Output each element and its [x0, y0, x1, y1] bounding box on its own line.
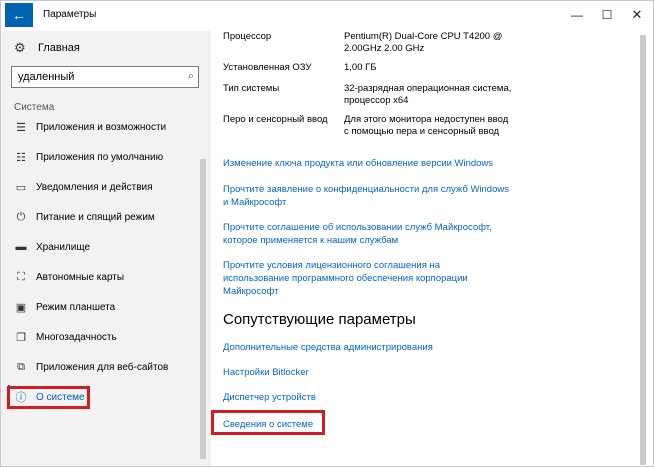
spec-key-processor: Процессор	[223, 31, 272, 42]
sidebar-item-label: Хранилище	[36, 241, 90, 253]
close-button[interactable]: ✕	[623, 7, 651, 23]
search-box: ⌕	[11, 66, 199, 88]
main-scrollbar-thumb[interactable]	[640, 35, 646, 465]
sidebar-item-label: Питание и спящий режим	[36, 211, 155, 223]
arrow-left-icon: ←	[12, 7, 26, 23]
title-bar: ← Параметры — ☐ ✕	[1, 1, 653, 31]
spec-key-system-type: Тип системы	[223, 83, 280, 94]
notifications-icon: ▭	[15, 181, 27, 194]
maximize-button[interactable]: ☐	[593, 7, 621, 23]
sidebar-item-label: Многозадачность	[36, 331, 117, 343]
multitask-icon: ❐	[16, 331, 26, 344]
link-privacy-statement[interactable]: Прочтите заявление о конфиденциальности …	[223, 183, 513, 209]
home-label: Главная	[38, 42, 80, 54]
sidebar-item-label: Уведомления и действия	[36, 181, 153, 193]
spec-key-ram: Установленная ОЗУ	[223, 62, 312, 73]
spec-key-pen-touch: Перо и сенсорный ввод	[223, 114, 328, 125]
default-apps-icon: ☷	[16, 151, 26, 164]
storage-icon: ▬	[15, 241, 27, 253]
highlight-box-about	[7, 386, 90, 409]
sidebar-item-label: Приложения для веб-сайтов	[36, 361, 169, 373]
sidebar-item-default-apps[interactable]: ☷ Приложения по умолчанию	[14, 148, 199, 166]
link-license-terms[interactable]: Прочтите условия лицензионного соглашени…	[223, 259, 493, 298]
apps-list-icon: ☰	[16, 121, 26, 134]
spec-value-system-type: 32-разрядная операционная система, проце…	[344, 83, 512, 106]
sidebar-item-tablet-mode[interactable]: ▣ Режим планшета	[14, 298, 199, 316]
home-nav-item[interactable]: ⚙ Главная	[14, 39, 80, 57]
sidebar-scrollbar[interactable]	[200, 159, 206, 459]
spec-value-ram: 1,00 ГБ	[344, 62, 377, 73]
link-device-manager[interactable]: Диспетчер устройств	[223, 391, 523, 404]
sidebar-item-storage[interactable]: ▬ Хранилище	[14, 238, 199, 256]
spec-value-processor: Pentium(R) Dual-Core CPU T4200 @ 2.00GHz…	[344, 31, 503, 54]
sidebar-item-notifications[interactable]: ▭ Уведомления и действия	[14, 178, 199, 196]
sidebar-item-offline-maps[interactable]: ⛶ Автономные карты	[14, 268, 199, 286]
settings-window: ← Параметры — ☐ ✕ ⚙ Главная ⌕ Система ☰ …	[0, 0, 654, 467]
spec-value-pen-touch: Для этого монитора недоступен ввод с пом…	[344, 114, 509, 137]
back-button[interactable]: ←	[5, 3, 33, 27]
minimize-button[interactable]: —	[563, 7, 591, 23]
sidebar-item-label: Приложения и возможности	[36, 121, 167, 133]
link-change-product-key[interactable]: Изменение ключа продукта или обновление …	[223, 157, 523, 170]
sidebar-item-label: Приложения по умолчанию	[36, 151, 164, 163]
main-content: Процессор Pentium(R) Dual-Core CPU T4200…	[211, 31, 653, 466]
gear-icon: ⚙	[14, 40, 26, 55]
sidebar: ⚙ Главная ⌕ Система ☰ Приложения и возмо…	[1, 31, 211, 466]
window-title: Параметры	[43, 9, 97, 20]
sidebar-item-web-apps[interactable]: ⧉ Приложения для веб-сайтов	[14, 358, 199, 376]
web-apps-icon: ⧉	[17, 360, 25, 373]
sidebar-item-label: Режим планшета	[36, 301, 116, 313]
section-label-system: Система	[14, 102, 55, 113]
power-icon: ⏻	[16, 210, 26, 223]
search-input[interactable]	[12, 67, 177, 87]
link-services-agreement[interactable]: Прочтите соглашение об использовании слу…	[223, 221, 513, 247]
related-settings-heading: Сопутствующие параметры	[223, 311, 416, 328]
search-icon[interactable]: ⌕	[188, 70, 194, 83]
highlight-box-system-info	[211, 410, 325, 435]
sidebar-item-label: Автономные карты	[36, 271, 125, 283]
link-bitlocker[interactable]: Настройки Bitlocker	[223, 366, 523, 379]
map-icon: ⛶	[17, 270, 25, 283]
main-scrollbar[interactable]	[640, 35, 646, 465]
sidebar-item-power[interactable]: ⏻ Питание и спящий режим	[14, 208, 199, 226]
link-admin-tools[interactable]: Дополнительные средства администрировани…	[223, 341, 523, 354]
sidebar-item-apps[interactable]: ☰ Приложения и возможности	[14, 118, 199, 136]
tablet-icon: ▣	[15, 301, 27, 314]
sidebar-item-multitasking[interactable]: ❐ Многозадачность	[14, 328, 199, 346]
